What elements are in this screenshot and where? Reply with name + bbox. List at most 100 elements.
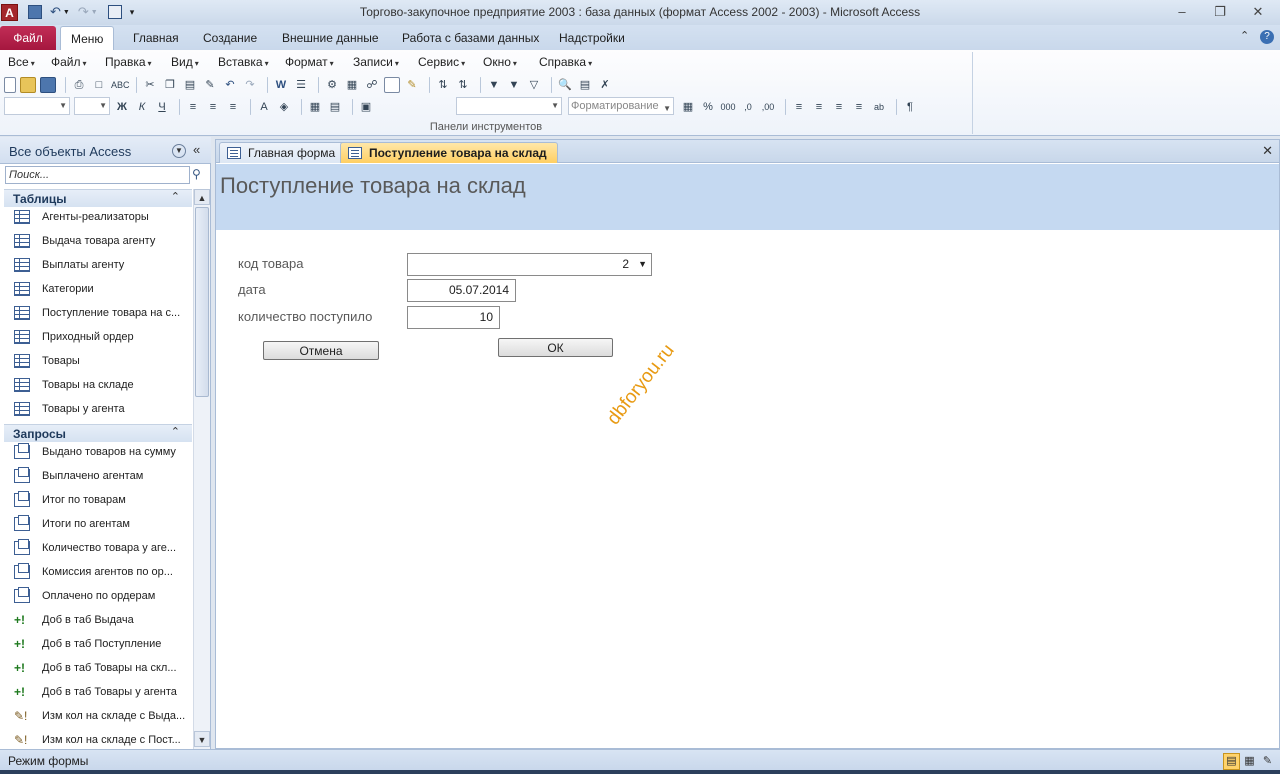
collapse-group-icon[interactable]: ⌃ bbox=[171, 190, 180, 203]
menu-help[interactable]: Справка ▾ bbox=[539, 55, 592, 69]
minimize-icon[interactable]: – bbox=[1164, 2, 1200, 22]
help-icon[interactable]: ? bbox=[1260, 30, 1274, 44]
nav-item-query[interactable]: +! Доб в таб Товары у агента bbox=[12, 682, 190, 704]
nav-item-query[interactable]: ✎! Изм кол на складе с Выда... bbox=[12, 706, 190, 728]
group-header-queries[interactable]: Запросы ⌃ bbox=[4, 424, 192, 442]
menu-view[interactable]: Вид ▾ bbox=[171, 55, 199, 69]
nav-item-query[interactable]: Итог по товарам bbox=[12, 490, 190, 512]
highlight-icon[interactable]: ✎ bbox=[404, 77, 420, 93]
search-icon[interactable]: ⚲ bbox=[192, 167, 201, 181]
menu-format[interactable]: Формат ▾ bbox=[285, 55, 334, 69]
analyze-icon[interactable]: ☰ bbox=[293, 77, 309, 93]
code-icon[interactable]: ⚙ bbox=[324, 77, 340, 93]
nav-item-table[interactable]: Поступление товара на с... bbox=[12, 303, 190, 325]
properties-icon[interactable]: ▦ bbox=[344, 77, 360, 93]
special-effect-icon[interactable]: ▤ bbox=[327, 99, 343, 115]
print-preview-icon[interactable]: □ bbox=[91, 77, 107, 93]
increase-indent-icon[interactable]: ≡ bbox=[851, 99, 867, 115]
nav-item-table[interactable]: Приходный ордер bbox=[12, 327, 190, 349]
menu-window[interactable]: Окно ▾ bbox=[483, 55, 517, 69]
scroll-down-icon[interactable]: ▼ bbox=[194, 731, 210, 747]
file-tab[interactable]: Файл bbox=[0, 26, 56, 50]
cancel-button[interactable]: Отмена bbox=[263, 341, 379, 360]
tab-menu[interactable]: Меню bbox=[60, 26, 115, 51]
redo-toolbar-icon[interactable]: ↷ bbox=[242, 77, 258, 93]
tab-database-tools[interactable]: Работа с базами данных bbox=[392, 26, 549, 50]
nav-search-input[interactable]: Поиск... bbox=[5, 166, 190, 184]
percent-icon[interactable]: % bbox=[700, 99, 716, 115]
close-window-icon[interactable]: ✕ bbox=[1240, 2, 1276, 22]
nav-item-table[interactable]: Товары bbox=[12, 351, 190, 373]
numbering-icon[interactable]: ≡ bbox=[811, 99, 827, 115]
form-view-icon[interactable]: ▤ bbox=[1223, 753, 1240, 770]
new-record-icon[interactable]: ▤ bbox=[577, 77, 593, 93]
nav-item-query[interactable]: Выплачено агентам bbox=[12, 466, 190, 488]
collapse-pane-icon[interactable]: « bbox=[193, 142, 200, 157]
nav-item-query[interactable]: Итоги по агентам bbox=[12, 514, 190, 536]
layout-view-icon[interactable]: ▦ bbox=[1241, 753, 1258, 770]
nav-item-query[interactable]: Оплачено по ордерам bbox=[12, 586, 190, 608]
copy-icon[interactable]: ❐ bbox=[162, 77, 178, 93]
bullets-icon[interactable]: ≡ bbox=[791, 99, 807, 115]
product-code-combo[interactable]: 2 ▼ bbox=[407, 253, 652, 276]
quantity-field[interactable]: 10 bbox=[407, 306, 500, 329]
close-document-icon[interactable]: ✕ bbox=[1262, 143, 1273, 159]
format-painter-icon[interactable]: ✎ bbox=[202, 77, 218, 93]
tab-home[interactable]: Главная bbox=[123, 26, 189, 50]
align-right-icon[interactable]: ≡ bbox=[225, 99, 241, 115]
nav-item-table[interactable]: Товары у агента bbox=[12, 399, 190, 421]
gridlines-icon[interactable]: ▦ bbox=[307, 99, 323, 115]
nav-item-query[interactable]: +! Доб в таб Товары на скл... bbox=[12, 658, 190, 680]
spelling-icon[interactable]: ABC bbox=[111, 77, 130, 93]
decrease-indent-icon[interactable]: ≡ bbox=[831, 99, 847, 115]
sort-ascending-icon[interactable]: ⇅ bbox=[435, 77, 451, 93]
nav-item-table[interactable]: Категории bbox=[12, 279, 190, 301]
nav-item-query[interactable]: Выдано товаров на сумму bbox=[12, 442, 190, 464]
print-icon[interactable]: ⎙ bbox=[71, 77, 87, 93]
undo-toolbar-icon[interactable]: ↶ bbox=[222, 77, 238, 93]
paste-icon[interactable]: ▤ bbox=[182, 77, 198, 93]
new-icon[interactable] bbox=[4, 77, 16, 93]
nav-item-table[interactable]: Выплаты агенту bbox=[12, 255, 190, 277]
nav-item-query[interactable]: +! Доб в таб Выдача bbox=[12, 610, 190, 632]
new-object-icon[interactable] bbox=[384, 77, 400, 93]
cut-icon[interactable]: ✂ bbox=[142, 77, 158, 93]
object-combo[interactable]: ▼ bbox=[456, 97, 562, 115]
design-view-icon[interactable]: ✎ bbox=[1259, 753, 1276, 770]
nav-item-table[interactable]: Агенты-реализаторы bbox=[12, 207, 190, 229]
office-links-icon[interactable]: W bbox=[273, 77, 289, 93]
menu-insert[interactable]: Вставка ▾ bbox=[218, 55, 269, 69]
sort-descending-icon[interactable]: ⇅ bbox=[455, 77, 471, 93]
bold-icon[interactable]: Ж bbox=[114, 99, 130, 115]
thousands-icon[interactable]: 000 bbox=[720, 99, 736, 115]
delete-record-icon[interactable]: ✗ bbox=[597, 77, 613, 93]
highlight-text-icon[interactable]: ab bbox=[871, 99, 887, 115]
menu-file[interactable]: Файл ▾ bbox=[51, 55, 87, 69]
ok-button[interactable]: ОК bbox=[498, 338, 613, 357]
relationships-icon[interactable]: ☍ bbox=[364, 77, 380, 93]
menu-records[interactable]: Записи ▾ bbox=[353, 55, 399, 69]
nav-item-table[interactable]: Товары на складе bbox=[12, 375, 190, 397]
paragraph-icon[interactable]: ¶ bbox=[902, 99, 918, 115]
nav-header[interactable]: Все объекты Access ▼ « bbox=[0, 137, 211, 164]
save-toolbar-icon[interactable] bbox=[40, 77, 56, 93]
nav-item-query[interactable]: +! Доб в таб Поступление bbox=[12, 634, 190, 656]
collapse-group-icon[interactable]: ⌃ bbox=[171, 425, 180, 438]
decrease-decimal-icon[interactable]: ,00 bbox=[760, 99, 776, 115]
font-size-combo[interactable]: ▼ bbox=[74, 97, 110, 115]
tab-addins[interactable]: Надстройки bbox=[549, 26, 635, 50]
menu-edit[interactable]: Правка ▾ bbox=[105, 55, 152, 69]
filter-form-icon[interactable]: ▼ bbox=[506, 77, 522, 93]
object-icon[interactable]: ▣ bbox=[358, 99, 374, 115]
increase-decimal-icon[interactable]: ,0 bbox=[740, 99, 756, 115]
font-name-combo[interactable]: ▼ bbox=[4, 97, 70, 115]
nav-item-query[interactable]: Комиссия агентов по ор... bbox=[12, 562, 190, 584]
menu-all[interactable]: Все ▾ bbox=[8, 55, 35, 69]
chevron-down-icon[interactable]: ▼ bbox=[172, 144, 186, 158]
tab-main-form[interactable]: Главная форма bbox=[219, 142, 347, 163]
nav-item-table[interactable]: Выдача товара агенту bbox=[12, 231, 190, 253]
nav-title[interactable]: Все объекты Access bbox=[9, 144, 131, 159]
nav-scrollbar[interactable]: ▲ ▼ bbox=[193, 189, 210, 749]
fill-color-icon[interactable]: ◈ bbox=[276, 99, 292, 115]
nav-item-query[interactable]: Количество товара у аге... bbox=[12, 538, 190, 560]
